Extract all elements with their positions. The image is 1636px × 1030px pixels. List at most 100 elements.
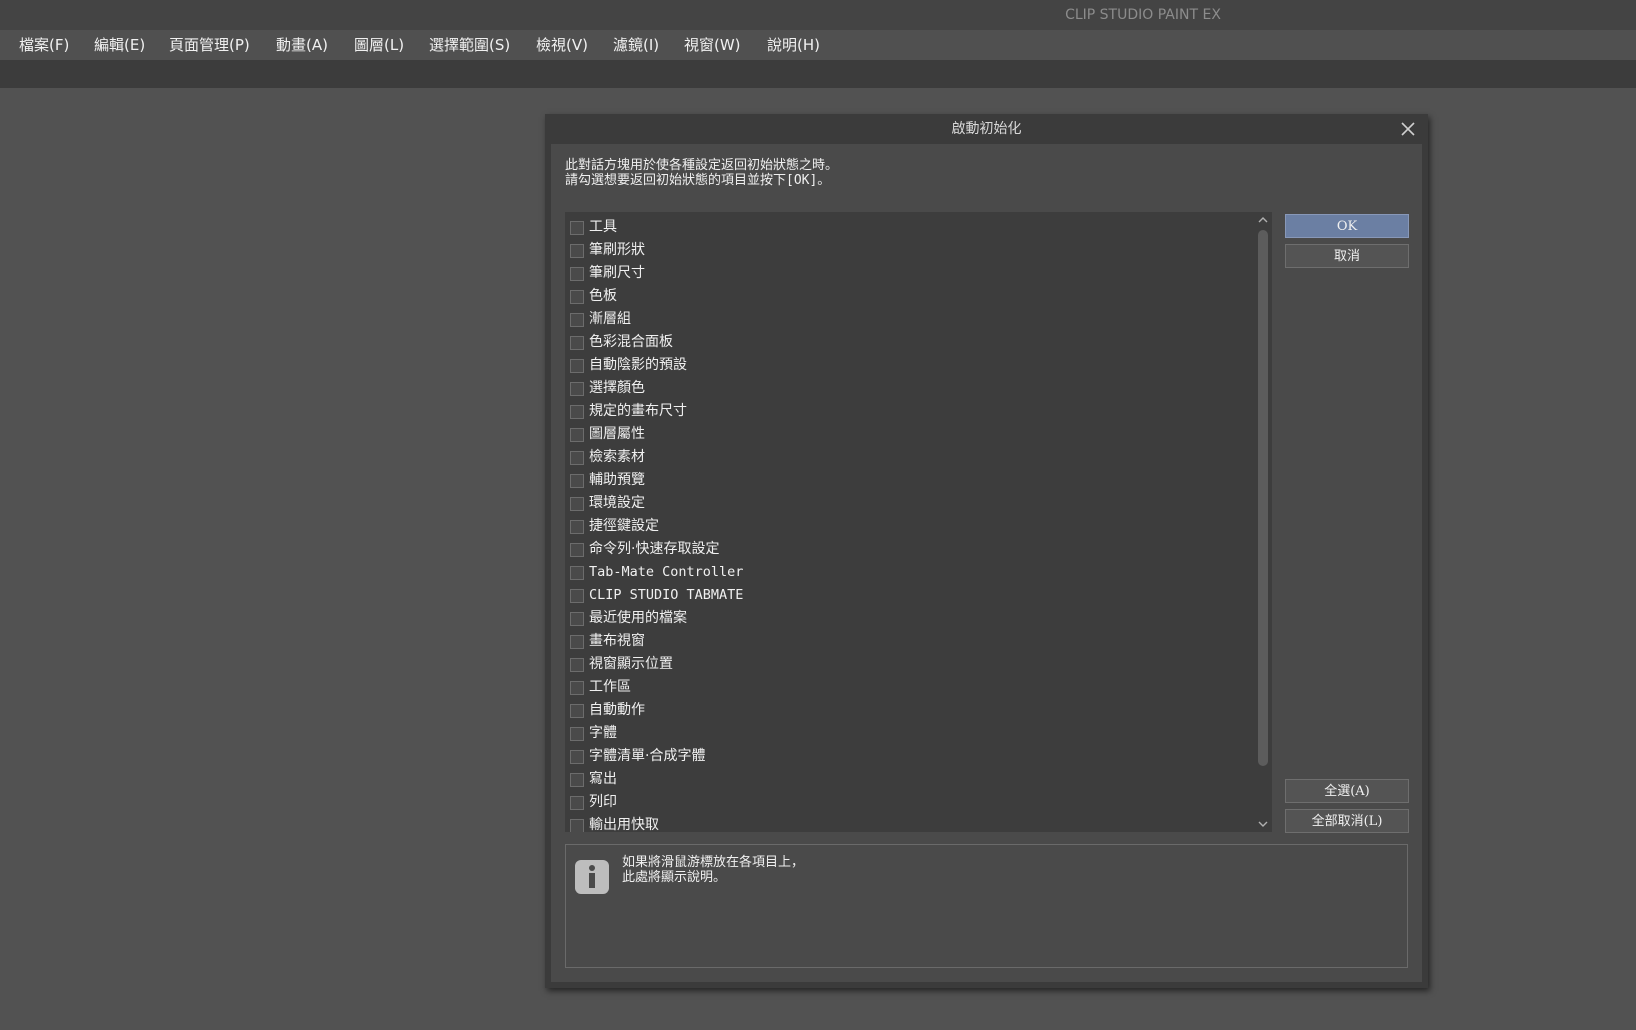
item-checkbox[interactable]: [570, 543, 584, 557]
item-checkbox[interactable]: [570, 566, 584, 580]
list-item[interactable]: 列印: [565, 791, 1253, 814]
list-item[interactable]: 字體: [565, 722, 1253, 745]
list-item[interactable]: 圖層屬性: [565, 423, 1253, 446]
item-checkbox[interactable]: [570, 773, 584, 787]
item-checkbox[interactable]: [570, 796, 584, 810]
menu-selection[interactable]: 選擇範圍(S): [429, 30, 510, 60]
list-item[interactable]: 色彩混合面板: [565, 331, 1253, 354]
menu-window[interactable]: 視窗(W): [684, 30, 741, 60]
app-title-bar: CLIP STUDIO PAINT EX: [0, 0, 1636, 30]
item-label: 檢索素材: [589, 449, 645, 465]
item-label: 輸出用快取: [589, 817, 659, 832]
list-item[interactable]: CLIP STUDIO TABMATE: [565, 584, 1253, 607]
list-scrollbar[interactable]: [1254, 212, 1272, 832]
list-item[interactable]: 寫出: [565, 768, 1253, 791]
list-item[interactable]: 色板: [565, 285, 1253, 308]
item-checkbox[interactable]: [570, 267, 584, 281]
ok-button[interactable]: OK: [1285, 214, 1409, 238]
list-item[interactable]: 工具: [565, 216, 1253, 239]
item-checkbox[interactable]: [570, 819, 584, 832]
list-item[interactable]: 工作區: [565, 676, 1253, 699]
item-label: 捷徑鍵設定: [589, 518, 659, 534]
item-label: 畫布視窗: [589, 633, 645, 649]
menu-layer[interactable]: 圖層(L): [354, 30, 404, 60]
list-item[interactable]: 字體清單·合成字體: [565, 745, 1253, 768]
item-checkbox[interactable]: [570, 497, 584, 511]
deselect-all-button[interactable]: 全部取消(L): [1285, 809, 1409, 833]
item-label: 工作區: [589, 679, 631, 695]
menu-bar: 檔案(F) 編輯(E) 頁面管理(P) 動畫(A) 圖層(L) 選擇範圍(S) …: [0, 30, 1636, 60]
item-checkbox[interactable]: [570, 589, 584, 603]
scroll-down-icon[interactable]: [1254, 816, 1272, 832]
list-item[interactable]: 最近使用的檔案: [565, 607, 1253, 630]
item-checkbox[interactable]: [570, 336, 584, 350]
list-item[interactable]: 環境設定: [565, 492, 1253, 515]
item-label: 筆刷尺寸: [589, 265, 645, 281]
item-label: 列印: [589, 794, 617, 810]
list-item[interactable]: 自動陰影的預設: [565, 354, 1253, 377]
close-icon[interactable]: [1398, 119, 1418, 139]
list-item[interactable]: 畫布視窗: [565, 630, 1253, 653]
list-item[interactable]: 檢索素材: [565, 446, 1253, 469]
list-item[interactable]: Tab-Mate Controller: [565, 561, 1253, 584]
item-label: 字體清單·合成字體: [589, 748, 706, 764]
list-item[interactable]: 選擇顏色: [565, 377, 1253, 400]
scroll-up-icon[interactable]: [1254, 212, 1272, 228]
item-label: 命令列·快速存取設定: [589, 541, 720, 557]
item-checkbox[interactable]: [570, 658, 584, 672]
item-checkbox[interactable]: [570, 704, 584, 718]
dialog-body: 此對話方塊用於使各種設定返回初始狀態之時。 請勾選想要返回初始狀態的項目並按下[…: [551, 144, 1422, 982]
list-item[interactable]: 輔助預覽: [565, 469, 1253, 492]
item-label: 規定的畫布尺寸: [589, 403, 687, 419]
item-checkbox[interactable]: [570, 681, 584, 695]
list-item[interactable]: 自動動作: [565, 699, 1253, 722]
item-checkbox[interactable]: [570, 750, 584, 764]
info-icon: [574, 859, 610, 895]
item-checkbox[interactable]: [570, 313, 584, 327]
list-item[interactable]: 漸層組: [565, 308, 1253, 331]
item-checkbox[interactable]: [570, 451, 584, 465]
item-checkbox[interactable]: [570, 221, 584, 235]
menu-filter[interactable]: 濾鏡(I): [613, 30, 659, 60]
menu-file[interactable]: 檔案(F): [19, 30, 69, 60]
list-item[interactable]: 命令列·快速存取設定: [565, 538, 1253, 561]
scroll-thumb[interactable]: [1258, 230, 1268, 766]
item-label: 色板: [589, 288, 617, 304]
item-checkbox[interactable]: [570, 612, 584, 626]
item-checkbox[interactable]: [570, 382, 584, 396]
item-label: 自動動作: [589, 702, 645, 718]
item-checkbox[interactable]: [570, 635, 584, 649]
menu-help[interactable]: 說明(H): [767, 30, 820, 60]
item-checkbox[interactable]: [570, 727, 584, 741]
list-item[interactable]: 視窗顯示位置: [565, 653, 1253, 676]
item-checkbox[interactable]: [570, 290, 584, 304]
item-label: 視窗顯示位置: [589, 656, 673, 672]
instructions-line-1: 此對話方塊用於使各種設定返回初始狀態之時。: [565, 158, 839, 173]
list-item[interactable]: 筆刷形狀: [565, 239, 1253, 262]
cancel-button[interactable]: 取消: [1285, 244, 1409, 268]
item-checkbox[interactable]: [570, 244, 584, 258]
item-checkbox[interactable]: [570, 520, 584, 534]
list-item[interactable]: 捷徑鍵設定: [565, 515, 1253, 538]
item-checkbox[interactable]: [570, 405, 584, 419]
command-bar: [0, 60, 1636, 88]
reset-items-list[interactable]: 工具筆刷形狀筆刷尺寸色板漸層組 色彩混合面板 自動陰影的預設 選擇顏色規定的畫布尺寸圖…: [565, 212, 1272, 832]
menu-view[interactable]: 檢視(V): [536, 30, 588, 60]
list-item[interactable]: 規定的畫布尺寸: [565, 400, 1253, 423]
info-line-2: 此處將顯示說明。: [622, 870, 727, 885]
item-checkbox[interactable]: [570, 428, 584, 442]
item-label: 工具: [589, 219, 617, 235]
menu-page-management[interactable]: 頁面管理(P): [169, 30, 250, 60]
select-all-button[interactable]: 全選(A): [1285, 779, 1409, 803]
list-item[interactable]: 輸出用快取: [565, 814, 1253, 832]
app-title: CLIP STUDIO PAINT EX: [1065, 7, 1221, 23]
instructions-line-2: 請勾選想要返回初始狀態的項目並按下[OK]。: [565, 173, 831, 188]
menu-animation[interactable]: 動畫(A): [276, 30, 328, 60]
item-label: 寫出: [589, 771, 617, 787]
item-checkbox[interactable]: [570, 474, 584, 488]
menu-edit[interactable]: 編輯(E): [94, 30, 145, 60]
item-checkbox[interactable]: [570, 359, 584, 373]
item-label: Tab-Mate Controller: [589, 564, 744, 580]
list-item[interactable]: 筆刷尺寸: [565, 262, 1253, 285]
dialog-title: 啟動初始化: [951, 121, 1022, 137]
